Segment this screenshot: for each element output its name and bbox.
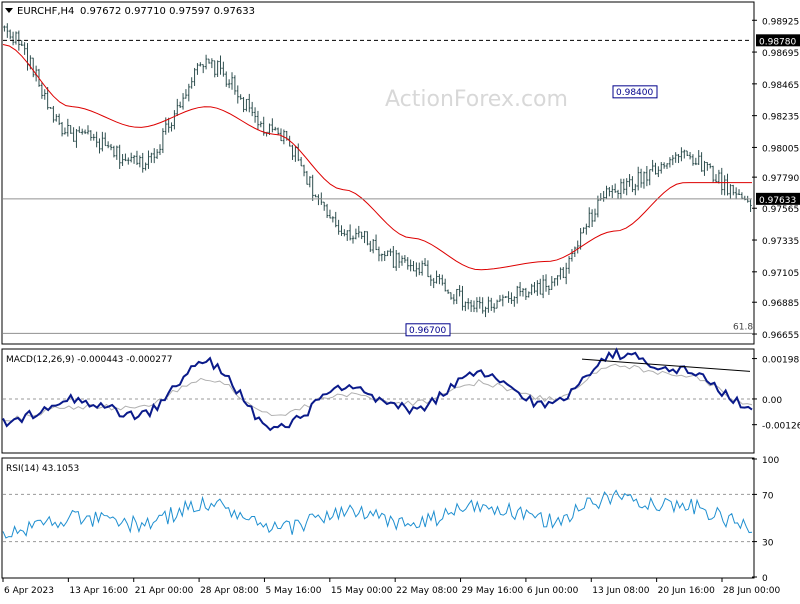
chart-ohlc: 0.97672 0.97710 0.97597 0.97633: [80, 6, 255, 17]
price-y-tick-label: 0.97790: [762, 174, 799, 184]
rsi-y-tick-label: 30: [762, 539, 774, 549]
rsi-y-tick-label: 0: [762, 574, 768, 584]
macd-y-tick-label: 0.00: [762, 396, 782, 406]
chart-svg: ActionForex.com EURCHF,H4 0.97672 0.9771…: [0, 0, 800, 600]
x-tick-label: 22 May 08:00: [396, 586, 458, 596]
rsi-y-tick-label: 70: [762, 491, 774, 501]
x-tick-label: 13 Apr 16:00: [69, 586, 128, 596]
x-tick-label: 29 May 16:00: [462, 586, 524, 596]
macd-y-tick-label: -0.00126: [762, 422, 800, 432]
rsi-y-tick-label: 100: [762, 456, 779, 466]
fib-level-label: 61.8: [733, 322, 753, 332]
watermark: ActionForex.com: [385, 87, 568, 112]
price-y-tick-label: 0.98005: [762, 144, 799, 154]
price-y-tick-label: 0.98235: [762, 113, 799, 123]
chart-symbol: EURCHF,H4: [17, 6, 74, 17]
price-y-tick-label: 0.98465: [762, 81, 799, 91]
rsi-title: RSI(14) 43.1053: [6, 464, 79, 474]
x-tick-label: 6 Jun 00:00: [527, 586, 579, 596]
x-tick-label: 6 Apr 2023: [4, 586, 54, 596]
price-y-tick-label: 0.98925: [762, 17, 799, 27]
price-y-tick-label: 0.97335: [762, 237, 799, 247]
chart-root: ActionForex.com EURCHF,H4 0.97672 0.9771…: [0, 0, 800, 600]
price-y-tick-label: 0.97105: [762, 269, 799, 279]
x-tick-label: 13 Jun 08:00: [592, 586, 649, 596]
price-annotation-text: 0.98400: [616, 88, 653, 98]
x-tick-label: 15 May 00:00: [331, 586, 393, 596]
price-level-tag-text: 0.98780: [759, 37, 796, 47]
price-y-tick-label: 0.98695: [762, 49, 799, 59]
price-y-tick-label: 0.96885: [762, 299, 799, 309]
price-y-tick-label: 0.97565: [762, 205, 799, 215]
price-annotation-text: 0.96700: [409, 326, 446, 336]
macd-y-tick-label: 0.00198: [762, 356, 799, 366]
x-tick-label: 28 Jun 00:00: [723, 586, 780, 596]
chart-header: EURCHF,H4 0.97672 0.97710 0.97597 0.9763…: [5, 6, 255, 17]
macd-title: MACD(12,26,9) -0.000443 -0.000277: [6, 355, 172, 365]
price-y-tick-label: 0.96655: [762, 331, 799, 341]
x-tick-label: 20 Jun 16:00: [658, 586, 715, 596]
x-tick-label: 5 May 16:00: [265, 586, 321, 596]
x-tick-label: 28 Apr 08:00: [200, 586, 259, 596]
x-tick-label: 21 Apr 00:00: [135, 586, 194, 596]
